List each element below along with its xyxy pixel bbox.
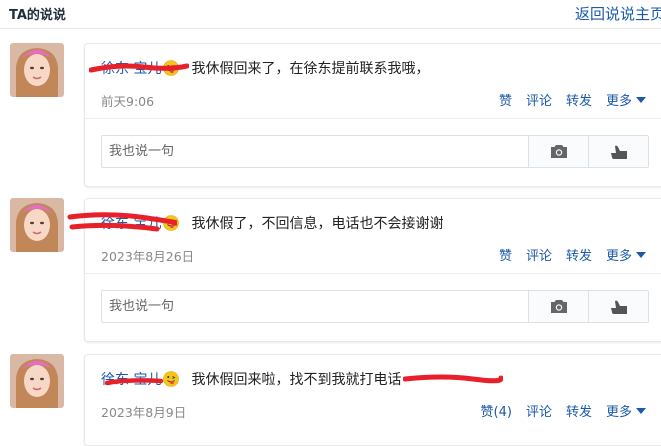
avatar[interactable] bbox=[10, 43, 64, 97]
comment-input[interactable] bbox=[102, 136, 528, 167]
like-button[interactable]: 赞(4) bbox=[481, 401, 512, 420]
post-content: 我休假回来啦，找不到我就打电话 bbox=[191, 372, 402, 388]
divider bbox=[85, 273, 661, 274]
more-button[interactable]: 更多 bbox=[606, 401, 646, 420]
back-to-main-link[interactable]: 返回说说主页 bbox=[575, 3, 661, 24]
camera-icon[interactable] bbox=[528, 291, 588, 322]
caret-down-icon bbox=[636, 407, 646, 414]
author-name[interactable]: 徐东 宝儿 bbox=[101, 369, 161, 389]
avatar[interactable] bbox=[10, 354, 64, 408]
like-button[interactable]: 赞 bbox=[499, 90, 512, 109]
page-title: TA的说说 bbox=[9, 8, 66, 23]
more-label: 更多 bbox=[605, 94, 632, 109]
like-button[interactable]: 赞 bbox=[499, 245, 512, 264]
tongue-out-emoji-icon bbox=[163, 371, 180, 387]
comment-button[interactable]: 评论 bbox=[526, 401, 552, 420]
more-label: 更多 bbox=[605, 405, 632, 420]
post-card: 徐东 宝儿 我休假回来啦，找不到我就打电话 2023年8月9日 赞(4) 评论 … bbox=[84, 354, 661, 446]
avatar[interactable] bbox=[10, 198, 64, 252]
post-date: 2023年8月9日 bbox=[101, 405, 187, 420]
more-label: 更多 bbox=[605, 249, 632, 264]
post-card: 徐东 宝儿 我休假了，不回信息，电话也不会接谢谢 2023年8月26日 赞 评论… bbox=[67, 198, 661, 342]
redaction-mark bbox=[403, 374, 504, 384]
comment-input[interactable] bbox=[102, 291, 528, 322]
share-button[interactable]: 转发 bbox=[566, 90, 592, 109]
author-name[interactable]: 徐东 宝儿 bbox=[101, 58, 161, 78]
post-content: 我休假回来了，在徐东提前联系我哦， bbox=[191, 61, 430, 77]
post-card: 徐东 宝儿 我休假回来了，在徐东提前联系我哦， 前天9:06 赞 评论 转发 更… bbox=[84, 43, 661, 187]
post-date: 前天9:06 bbox=[101, 94, 155, 109]
comment-box bbox=[101, 135, 649, 168]
thumbs-up-icon[interactable] bbox=[588, 136, 648, 167]
camera-icon[interactable] bbox=[528, 136, 588, 167]
more-button[interactable]: 更多 bbox=[606, 90, 646, 109]
share-button[interactable]: 转发 bbox=[566, 401, 592, 420]
author-name[interactable]: 徐东 宝儿 bbox=[101, 213, 161, 233]
comment-box bbox=[101, 290, 649, 323]
share-button[interactable]: 转发 bbox=[566, 245, 592, 264]
comment-button[interactable]: 评论 bbox=[526, 245, 552, 264]
comment-button[interactable]: 评论 bbox=[526, 90, 552, 109]
tongue-out-emoji-icon bbox=[163, 60, 180, 76]
thumbs-up-icon[interactable] bbox=[588, 291, 648, 322]
divider bbox=[85, 118, 661, 119]
post-date: 2023年8月26日 bbox=[101, 249, 195, 264]
caret-down-icon bbox=[636, 96, 646, 103]
post-content: 我休假了，不回信息，电话也不会接谢谢 bbox=[191, 216, 444, 232]
tongue-out-emoji-icon bbox=[163, 215, 180, 231]
caret-down-icon bbox=[636, 251, 646, 258]
header: TA的说说 返回说说主页 bbox=[0, 0, 661, 29]
more-button[interactable]: 更多 bbox=[606, 245, 646, 264]
